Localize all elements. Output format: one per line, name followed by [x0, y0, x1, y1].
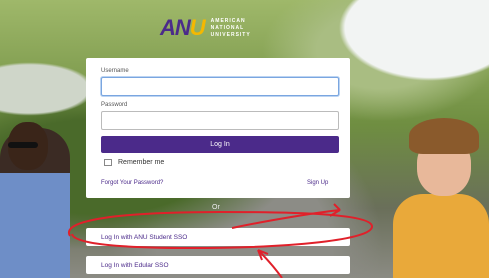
sign-up-link[interactable]: Sign Up: [307, 180, 328, 186]
logo-mark: ANU: [160, 15, 206, 41]
edular-sso-button[interactable]: Log In with Edular SSO: [86, 256, 350, 274]
anu-student-sso-button[interactable]: Log In with ANU Student SSO: [86, 228, 350, 246]
password-label: Password: [101, 102, 128, 108]
logo-mark-a: A: [160, 15, 176, 40]
username-label: Username: [101, 68, 129, 74]
password-field[interactable]: [101, 111, 339, 130]
logo-mark-u: U: [189, 15, 206, 40]
remember-me[interactable]: Remember me: [104, 159, 164, 166]
login-button[interactable]: Log In: [101, 136, 339, 153]
logo-mark-n: N: [174, 15, 191, 40]
person-left-glasses: [8, 142, 38, 148]
person-right-shirt: [393, 194, 489, 278]
logo-line-1: AMERICAN: [210, 17, 246, 24]
logo-line-2: NATIONAL: [210, 24, 245, 31]
or-divider: Or: [212, 204, 220, 211]
person-right-hair: [409, 118, 479, 154]
username-field[interactable]: [101, 77, 339, 96]
login-card: Username Password Log In Remember me For…: [86, 58, 350, 198]
anu-logo: ANU AMERICAN NATIONAL UNIVERSITY: [160, 15, 251, 41]
remember-me-checkbox[interactable]: [104, 159, 112, 166]
background-person-right: [393, 118, 489, 278]
logo-text: AMERICAN NATIONAL UNIVERSITY: [211, 18, 251, 39]
logo-line-3: UNIVERSITY: [210, 31, 251, 38]
forgot-password-link[interactable]: Forgot Your Password?: [101, 180, 163, 186]
remember-me-label: Remember me: [118, 159, 165, 166]
background-person-left: [0, 122, 70, 278]
